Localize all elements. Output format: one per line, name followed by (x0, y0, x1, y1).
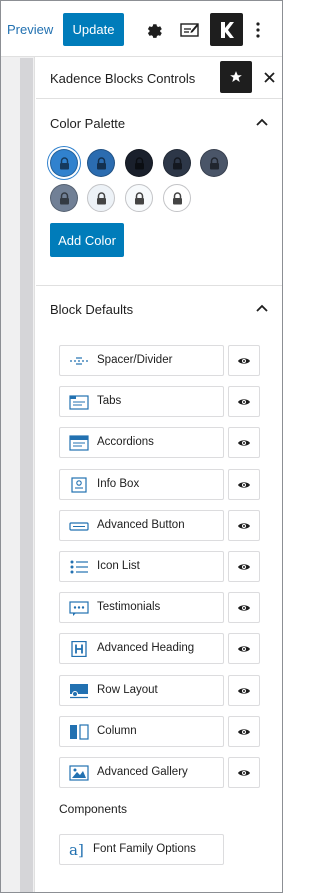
editor-toolbar: Preview Update (1, 1, 282, 57)
color-swatch[interactable] (50, 149, 78, 177)
visibility-toggle-spacer-divider[interactable] (228, 345, 260, 376)
color-swatch[interactable] (50, 184, 78, 212)
visibility-toggle-tabs[interactable] (228, 386, 260, 417)
add-color-button[interactable]: Add Color (50, 223, 124, 257)
color-palette-toggle[interactable]: Color Palette (36, 103, 282, 143)
lock-icon (59, 156, 69, 169)
eye-icon (238, 398, 250, 405)
visibility-toggle-advanced-button[interactable] (228, 510, 260, 541)
icon-list-icon (69, 559, 89, 575)
color-swatch[interactable] (125, 184, 153, 212)
color-swatch[interactable] (125, 149, 153, 177)
block-default-label: Tabs (97, 395, 122, 407)
eye-icon (238, 522, 250, 529)
block-default-label: Column (97, 725, 137, 737)
eye-icon (238, 769, 250, 776)
kadence-k-icon[interactable] (210, 13, 243, 46)
eye-icon (238, 645, 250, 652)
chevron-up-icon (256, 118, 268, 126)
eye-icon (238, 481, 250, 488)
block-default-label: Advanced Gallery (97, 766, 188, 778)
block-default-advanced-button[interactable]: Advanced Button (59, 510, 224, 541)
color-swatch[interactable] (163, 184, 191, 212)
close-icon[interactable] (260, 67, 278, 87)
block-default-label: Info Box (97, 478, 140, 490)
button-icon (69, 518, 89, 534)
accordion-icon (69, 435, 89, 451)
color-swatch[interactable] (87, 184, 115, 212)
lock-icon (59, 191, 69, 204)
eye-icon (238, 687, 250, 694)
visibility-toggle-column[interactable] (228, 716, 260, 747)
panel-title: Kadence Blocks Controls (50, 71, 196, 86)
visibility-toggle-accordions[interactable] (228, 427, 260, 458)
heading-icon (69, 640, 89, 658)
eye-icon (238, 604, 250, 611)
block-default-icon-list[interactable]: Icon List (59, 551, 224, 582)
block-default-label: Testimonials (97, 601, 161, 613)
eye-icon (238, 439, 250, 446)
block-defaults-toggle[interactable]: Block Defaults (36, 289, 282, 329)
block-default-tabs[interactable]: Tabs (59, 386, 224, 417)
block-default-label: Advanced Heading (97, 642, 195, 654)
font-a-icon: a] (69, 841, 84, 859)
eye-icon (238, 563, 250, 570)
info-box-icon (69, 477, 89, 493)
block-default-column[interactable]: Column (59, 716, 224, 747)
block-default-label: Icon List (97, 560, 140, 572)
block-default-label: Row Layout (97, 684, 158, 696)
block-default-testimonials[interactable]: Testimonials (59, 592, 224, 623)
row-layout-icon (69, 683, 89, 699)
lock-icon (96, 191, 106, 204)
color-swatch[interactable] (87, 149, 115, 177)
color-swatch[interactable] (200, 149, 228, 177)
preview-link[interactable]: Preview (7, 22, 53, 37)
spacer-icon (69, 353, 89, 369)
kadence-sidebar: Kadence Blocks Controls Color Palette Ad… (36, 57, 282, 892)
vertical-ellipsis-icon[interactable] (249, 13, 267, 46)
visibility-toggle-advanced-gallery[interactable] (228, 757, 260, 788)
chevron-up-icon (256, 304, 268, 312)
block-default-label: Accordions (97, 436, 154, 448)
block-defaults-title: Block Defaults (50, 302, 134, 317)
lock-icon (134, 156, 144, 169)
lock-icon (209, 156, 219, 169)
color-palette-title: Color Palette (50, 116, 126, 131)
visibility-toggle-row-layout[interactable] (228, 675, 260, 706)
block-default-advanced-heading[interactable]: Advanced Heading (59, 633, 224, 664)
editor-scrollbar[interactable] (20, 58, 33, 892)
eye-icon (238, 728, 250, 735)
components-title: Components (59, 802, 128, 816)
block-default-info-box[interactable]: Info Box (59, 469, 224, 500)
font-family-options-button[interactable]: a] Font Family Options (59, 834, 224, 865)
gallery-icon (69, 765, 89, 781)
edit-screen-icon[interactable] (176, 13, 204, 46)
panel-header: Kadence Blocks Controls (36, 57, 282, 99)
visibility-toggle-testimonials[interactable] (228, 592, 260, 623)
visibility-toggle-info-box[interactable] (228, 469, 260, 500)
testimonials-icon (69, 600, 89, 616)
column-icon (69, 724, 89, 740)
tabs-icon (69, 394, 89, 410)
section-divider (36, 285, 282, 286)
block-default-label: Advanced Button (97, 519, 185, 531)
color-swatch[interactable] (163, 149, 191, 177)
lock-icon (96, 156, 106, 169)
update-button[interactable]: Update (63, 13, 124, 46)
lock-icon (134, 191, 144, 204)
visibility-toggle-icon-list[interactable] (228, 551, 260, 582)
eye-icon (238, 357, 250, 364)
block-default-spacer-divider[interactable]: Spacer/Divider (59, 345, 224, 376)
block-default-advanced-gallery[interactable]: Advanced Gallery (59, 757, 224, 788)
gear-icon[interactable] (141, 13, 167, 46)
block-default-label: Spacer/Divider (97, 354, 173, 366)
block-default-row-layout[interactable]: Row Layout (59, 675, 224, 706)
visibility-toggle-advanced-heading[interactable] (228, 633, 260, 664)
lock-icon (172, 191, 182, 204)
font-family-options-label: Font Family Options (93, 843, 196, 855)
block-default-accordions[interactable]: Accordions (59, 427, 224, 458)
star-icon[interactable] (220, 61, 252, 93)
lock-icon (172, 156, 182, 169)
